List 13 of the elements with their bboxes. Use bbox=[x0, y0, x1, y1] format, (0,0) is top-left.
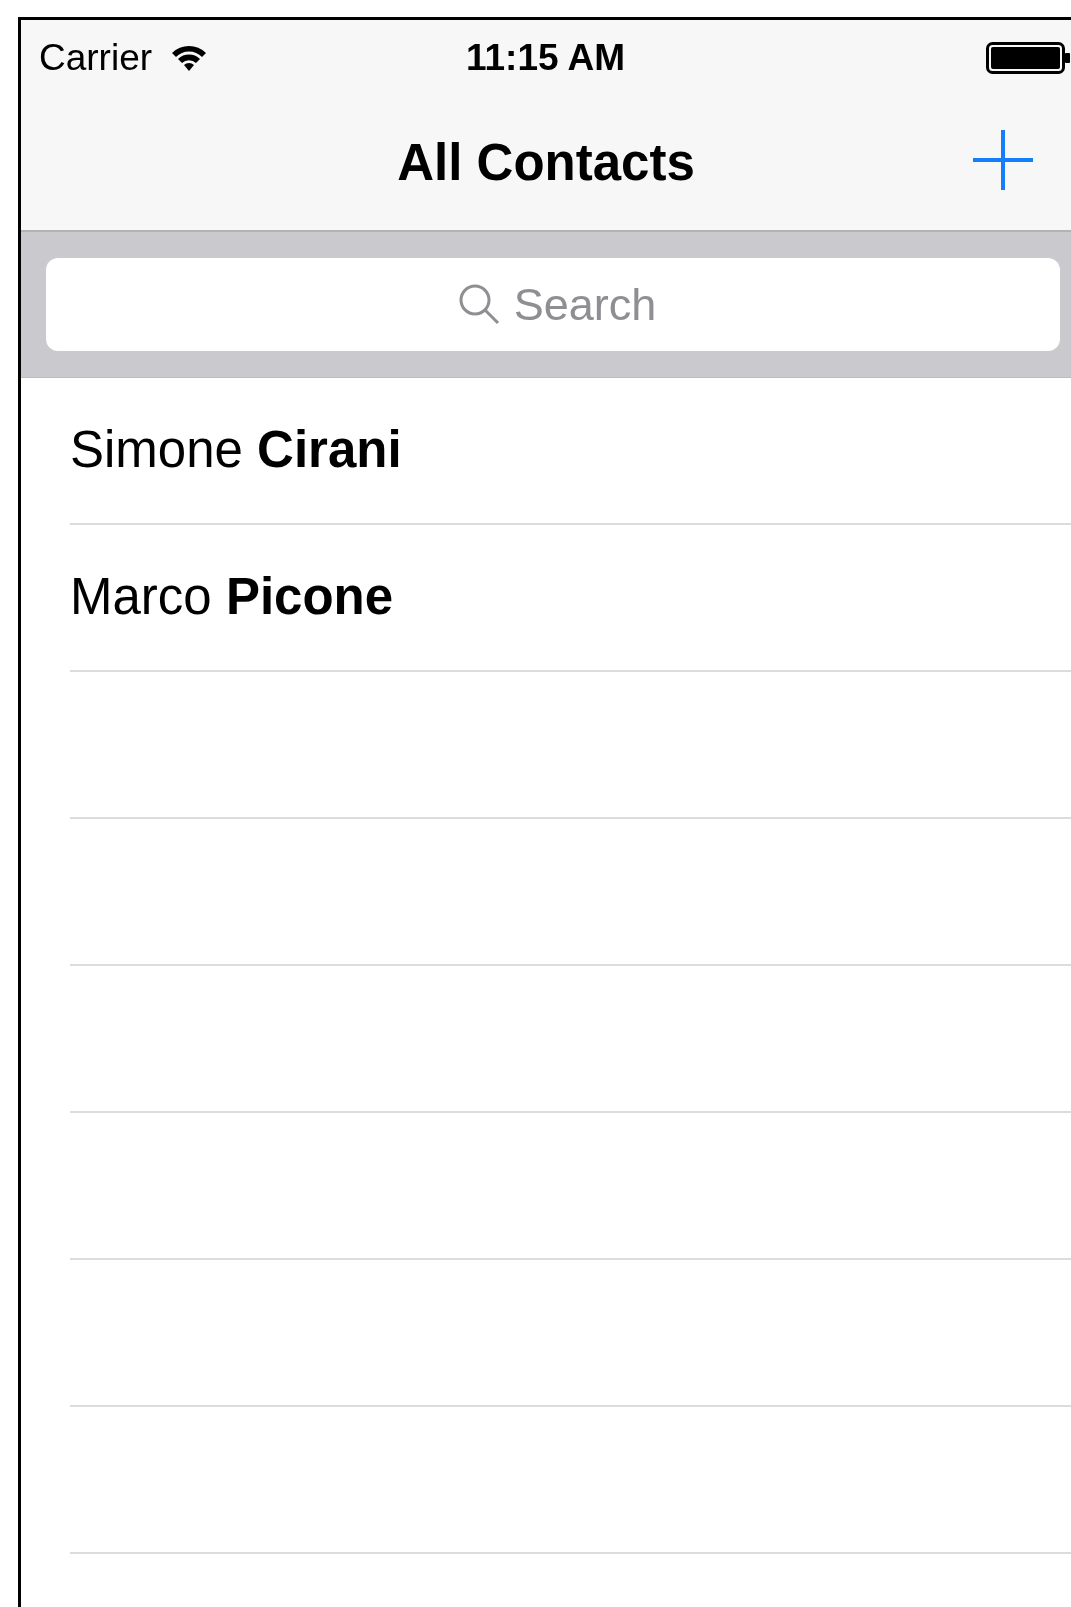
plus-icon bbox=[973, 130, 1033, 190]
search-icon bbox=[458, 283, 500, 325]
contact-name: Simone Cirani bbox=[70, 420, 402, 481]
contact-row[interactable]: Simone Cirani bbox=[70, 378, 1071, 525]
search-field[interactable]: Search bbox=[46, 258, 1060, 351]
carrier-label: Carrier bbox=[39, 36, 153, 81]
add-button[interactable] bbox=[971, 128, 1035, 192]
contact-row[interactable]: Marco Picone bbox=[70, 525, 1071, 672]
contact-name: Marco Picone bbox=[70, 567, 394, 628]
battery-icon bbox=[986, 42, 1071, 74]
wifi-icon bbox=[170, 43, 209, 73]
clock-time: 11:15 AM bbox=[466, 36, 626, 81]
screen-title: All Contacts bbox=[397, 132, 695, 193]
